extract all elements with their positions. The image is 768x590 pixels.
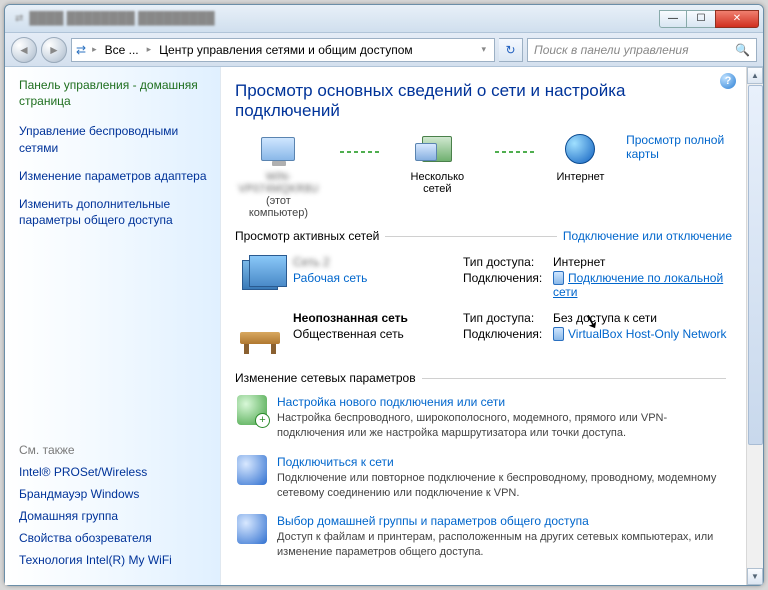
setup-new-connection-desc: Настройка беспроводного, широкополосного… [277, 411, 730, 441]
see-link-homegroup[interactable]: Домашняя группа [19, 509, 212, 523]
homegroup-sharing-desc: Доступ к файлам и принтерам, расположенн… [277, 530, 730, 560]
see-link-firewall[interactable]: Брандмауэр Windows [19, 487, 212, 501]
network-category-text: Общественная сеть [293, 327, 453, 341]
scroll-down-button[interactable]: ▼ [747, 568, 763, 585]
window-controls: — ☐ ✕ [659, 10, 759, 28]
node-networks[interactable]: Несколько сетей [398, 131, 477, 195]
adapter-icon [553, 327, 564, 341]
network-center-icon: ⇄ [76, 43, 86, 57]
sidebar: Панель управления - домашняя страница Уп… [5, 67, 221, 585]
new-connection-icon [237, 395, 267, 425]
network-entry-unidentified: Неопознанная сеть Общественная сеть ➘ Ти… [235, 305, 732, 357]
crumb-all[interactable]: Все ... [103, 43, 141, 57]
search-icon: 🔍 [735, 43, 750, 57]
control-panel-home-link[interactable]: Панель управления - домашняя страница [19, 77, 212, 109]
vertical-scrollbar[interactable]: ▲ ▼ [746, 67, 763, 585]
adapter-icon [553, 271, 564, 285]
homegroup-sharing[interactable]: Выбор домашней группы и параметров общег… [235, 510, 732, 570]
active-networks-header: Просмотр активных сетей Подключение или … [235, 229, 732, 243]
navigation-bar: ◄ ► ⇄ ▸ Все ... ▸ Центр управления сетям… [5, 33, 763, 67]
refresh-button[interactable]: ↻ [499, 38, 523, 62]
connect-to-network[interactable]: Подключиться к сети Подключение или повт… [235, 451, 732, 511]
public-network-icon [240, 332, 280, 344]
connections-label: Подключения: [463, 271, 553, 299]
page-title: Просмотр основных сведений о сети и наст… [235, 81, 732, 121]
network-entry-work: Сеть 2 Рабочая сеть Тип доступа: Интерне… [235, 249, 732, 305]
titlebar-caption: ⇄████ ████████ █████████ [15, 11, 215, 25]
see-link-proset[interactable]: Intel® PROSet/Wireless [19, 465, 212, 479]
network-name: Неопознанная сеть [293, 311, 453, 325]
network-category-link[interactable]: Рабочая сеть [293, 271, 453, 285]
content-area: Панель управления - домашняя страница Уп… [5, 67, 763, 585]
node-this-pc[interactable]: WIN-VP074MQKR8U (этот компьютер) [235, 131, 322, 219]
forward-button[interactable]: ► [41, 37, 67, 63]
search-placeholder: Поиск в панели управления [534, 43, 689, 57]
access-type-value: Интернет [553, 255, 730, 269]
network-map: WIN-VP074MQKR8U (этот компьютер) Несколь… [235, 131, 732, 219]
maximize-button[interactable]: ☐ [687, 10, 715, 28]
setup-new-connection[interactable]: Настройка нового подключения или сети На… [235, 391, 732, 451]
connection-link-lan[interactable]: Подключение по локальной сети [553, 271, 723, 299]
help-icon[interactable]: ? [720, 73, 736, 89]
see-link-internet-options[interactable]: Свойства обозревателя [19, 531, 212, 545]
connect-disconnect-link[interactable]: Подключение или отключение [563, 229, 732, 243]
see-also-header: См. также [19, 443, 212, 457]
connect-network-icon [237, 455, 267, 485]
pc-subcaption: (этот компьютер) [235, 195, 322, 219]
pc-name: WIN-VP074MQKR8U [235, 171, 322, 195]
scroll-thumb[interactable] [748, 85, 763, 445]
node-networks-label: Несколько сетей [398, 171, 477, 195]
access-type-value: Без доступа к сети [553, 311, 730, 325]
homegroup-sharing-title[interactable]: Выбор домашней группы и параметров общег… [277, 514, 730, 528]
change-settings-section: Изменение сетевых параметров Настройка н… [235, 371, 732, 570]
titlebar: ⇄████ ████████ █████████ — ☐ ✕ [5, 5, 763, 33]
work-network-icon [242, 260, 278, 290]
access-type-label: Тип доступа: [463, 255, 553, 269]
close-button[interactable]: ✕ [715, 10, 759, 28]
network-name: Сеть 2 [293, 255, 453, 269]
active-networks-title: Просмотр активных сетей [235, 229, 379, 243]
dropdown-icon[interactable]: ▾ [477, 44, 490, 55]
crumb-current[interactable]: Центр управления сетями и общим доступом [157, 43, 415, 57]
networks-icon [422, 136, 452, 162]
change-settings-title: Изменение сетевых параметров [235, 371, 416, 385]
homegroup-icon [237, 514, 267, 544]
setup-new-connection-title[interactable]: Настройка нового подключения или сети [277, 395, 730, 409]
scroll-up-button[interactable]: ▲ [747, 67, 763, 84]
connection-line [495, 151, 535, 153]
globe-icon [565, 134, 595, 164]
connect-to-network-desc: Подключение или повторное подключение к … [277, 471, 730, 501]
sidebar-task-sharing[interactable]: Изменить дополнительные параметры общего… [19, 196, 212, 228]
breadcrumb[interactable]: ⇄ ▸ Все ... ▸ Центр управления сетями и … [71, 38, 495, 62]
computer-icon [261, 137, 295, 161]
full-map-link[interactable]: Просмотр полной карты [626, 131, 732, 161]
search-input[interactable]: Поиск в панели управления 🔍 [527, 38, 757, 62]
main-panel: ? Просмотр основных сведений о сети и на… [221, 67, 746, 585]
access-type-label: Тип доступа: [463, 311, 553, 325]
connections-label: Подключения: [463, 327, 553, 341]
chevron-right-icon: ▸ [145, 44, 154, 55]
see-link-mywifi[interactable]: Технология Intel(R) My WiFi [19, 553, 212, 567]
sidebar-task-adapter[interactable]: Изменение параметров адаптера [19, 168, 212, 184]
connect-to-network-title[interactable]: Подключиться к сети [277, 455, 730, 469]
connection-line [340, 151, 380, 153]
connection-link-vbox[interactable]: VirtualBox Host-Only Network [568, 327, 727, 341]
node-internet-label: Интернет [556, 171, 604, 183]
chevron-right-icon: ▸ [90, 44, 99, 55]
back-button[interactable]: ◄ [11, 37, 37, 63]
node-internet[interactable]: Интернет [553, 131, 608, 183]
sidebar-task-wireless[interactable]: Управление беспроводными сетями [19, 123, 212, 155]
minimize-button[interactable]: — [659, 10, 687, 28]
control-panel-window: ⇄████ ████████ █████████ — ☐ ✕ ◄ ► ⇄ ▸ В… [4, 4, 764, 586]
scroll-track[interactable] [747, 446, 763, 568]
